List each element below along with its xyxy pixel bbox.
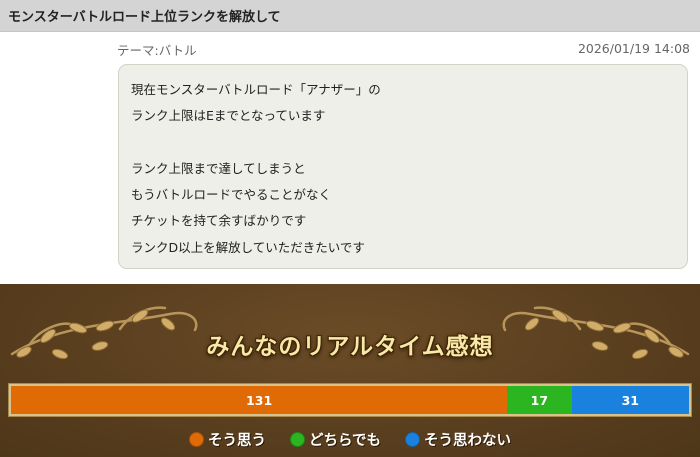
- poll-title: みんなのリアルタイム感想: [206, 334, 494, 360]
- vote-option-label: そう思う: [207, 432, 266, 449]
- post-body-line: [131, 130, 675, 156]
- post-body-line: ランク上限はEまでとなっています: [131, 108, 326, 124]
- poll-count-agree: 131: [246, 392, 273, 408]
- vote-option-disagree[interactable]: そう思わない: [405, 429, 511, 450]
- vote-option-agree[interactable]: そう思う: [188, 429, 266, 450]
- realtime-poll-panel: みんなのリアルタイム感想 131 17 31 そう思う どちらでも そう思わない: [0, 284, 700, 457]
- post-theme[interactable]: テーマ:バトル: [117, 40, 197, 59]
- post-meta: テーマ:バトル 2026/01/19 14:08: [0, 40, 700, 58]
- orange-dot-icon: [188, 431, 204, 447]
- vote-option-neutral[interactable]: どちらでも: [289, 429, 382, 450]
- blue-dot-icon: [405, 431, 421, 447]
- post-body-line: チケットを持て余すばかりです: [131, 213, 307, 229]
- poll-count-neutral: 17: [530, 392, 549, 408]
- green-dot-icon: [289, 431, 305, 447]
- post-title: モンスターバトルロード上位ランクを解放して: [8, 10, 281, 25]
- post-header: モンスターバトルロード上位ランクを解放して: [0, 0, 700, 32]
- post-date: 2026/01/19 14:08: [577, 41, 690, 56]
- post-body-line: 現在モンスターバトルロード「アナザー」の: [131, 82, 381, 97]
- post-body-line: ランク上限まで達してしまうと: [131, 160, 306, 176]
- post-body: 現在モンスターバトルロード「アナザー」の ランク上限はEまでとなっています ラン…: [118, 64, 688, 269]
- vote-option-label: そう思わない: [424, 432, 512, 449]
- post-body-line: もうバトルロードでやることがなく: [131, 187, 332, 203]
- poll-legend: そう思う どちらでも そう思わない: [0, 428, 700, 450]
- poll-segment-agree: 131: [11, 386, 508, 414]
- vote-option-label: どちらでも: [308, 432, 382, 449]
- poll-result-bar: 131 17 31: [8, 383, 692, 417]
- post-body-line: ランクD以上を解放していただきたいです: [131, 239, 365, 255]
- poll-count-disagree: 31: [621, 392, 639, 408]
- poll-segment-disagree: 31: [571, 386, 689, 414]
- poll-bar-track: 131 17 31: [11, 386, 689, 414]
- poll-segment-neutral: 17: [507, 386, 572, 414]
